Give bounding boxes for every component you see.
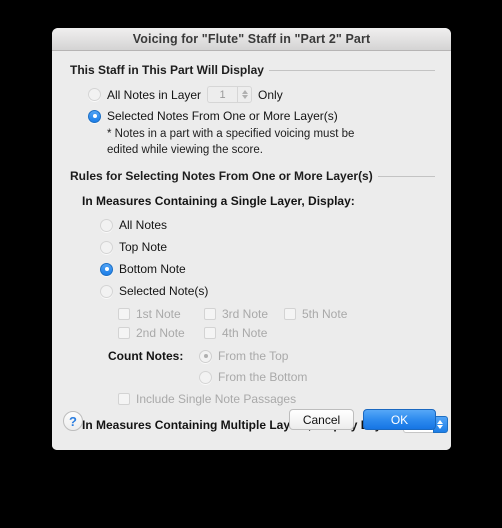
dialog-content: This Staff in This Part Will Display All… <box>52 51 451 450</box>
radio-count-from-top-indicator <box>199 349 212 363</box>
section-header-rules-label: Rules for Selecting Notes From One or Mo… <box>70 169 373 183</box>
dialog-titlebar: Voicing for "Flute" Staff in "Part 2" Pa… <box>52 28 451 51</box>
radio-top-note-label: Top Note <box>119 240 168 254</box>
checkbox-include-single-note-passages-box <box>118 393 130 405</box>
ok-button[interactable]: OK <box>363 409 436 430</box>
radio-bottom-note-indicator <box>100 262 113 276</box>
layer-stepper-all-notes[interactable]: 1 <box>207 86 253 103</box>
radio-all-notes-in-layer-label: All Notes in Layer <box>107 87 202 102</box>
checkbox-1st-note[interactable]: 1st Note <box>118 307 181 321</box>
checkbox-2nd-note-label: 2nd Note <box>136 326 185 340</box>
single-layer-display-label-text: In Measures Containing a Single Layer, D… <box>82 194 355 208</box>
radio-selected-notes-label: Selected Note(s) <box>119 284 209 298</box>
checkbox-include-single-note-passages-label: Include Single Note Passages <box>136 392 297 406</box>
cancel-button[interactable]: Cancel <box>289 409 354 430</box>
voicing-dialog: Voicing for "Flute" Staff in "Part 2" Pa… <box>52 28 451 450</box>
voicing-footnote-line2-text: edited while viewing the score. <box>107 144 263 156</box>
checkbox-4th-note-box <box>204 327 216 339</box>
help-button[interactable]: ? <box>63 411 83 431</box>
layer-stepper-all-notes-value[interactable]: 1 <box>207 86 238 103</box>
radio-top-note-indicator <box>100 240 113 254</box>
radio-selected-notes[interactable]: Selected Note(s) <box>100 284 208 298</box>
checkbox-1st-note-box <box>118 308 130 320</box>
dialog-footer: ? Cancel OK <box>52 406 451 450</box>
section-divider-rules <box>377 175 435 177</box>
radio-top-note[interactable]: Top Note <box>100 240 167 254</box>
radio-all-notes-indicator <box>100 218 113 232</box>
ok-button-label: OK <box>390 412 409 427</box>
radio-bottom-note-label: Bottom Note <box>119 262 186 276</box>
radio-count-from-top[interactable]: From the Top <box>199 349 288 363</box>
radio-bottom-note[interactable]: Bottom Note <box>100 262 186 276</box>
voicing-footnote-line2: edited while viewing the score. <box>107 144 263 156</box>
checkbox-4th-note-label: 4th Note <box>222 326 268 340</box>
section-divider-display <box>268 69 435 71</box>
radio-selected-notes-indicator <box>100 284 113 298</box>
voicing-footnote-line1: * Notes in a part with a specified voici… <box>107 128 354 140</box>
question-mark-icon: ? <box>69 413 77 429</box>
section-header-rules: Rules for Selecting Notes From One or Mo… <box>70 169 435 183</box>
radio-selected-notes-layers[interactable]: Selected Notes From One or More Layer(s) <box>88 109 338 123</box>
checkbox-3rd-note-box <box>204 308 216 320</box>
checkbox-2nd-note[interactable]: 2nd Note <box>118 326 185 340</box>
radio-selected-notes-layers-indicator <box>88 109 101 123</box>
single-layer-display-label: In Measures Containing a Single Layer, D… <box>82 194 355 208</box>
radio-all-notes-label: All Notes <box>119 218 168 232</box>
radio-count-from-bottom-indicator <box>199 370 212 384</box>
checkbox-1st-note-label: 1st Note <box>136 307 181 321</box>
chevron-down-icon <box>241 95 248 99</box>
count-notes-label: Count Notes: <box>108 349 183 363</box>
chevron-up-icon <box>241 90 248 94</box>
radio-all-notes-in-layer-suffix: Only <box>258 87 283 102</box>
section-header-display: This Staff in This Part Will Display <box>70 63 435 77</box>
checkbox-4th-note[interactable]: 4th Note <box>204 326 267 340</box>
count-notes-label-text: Count Notes: <box>108 349 184 363</box>
radio-all-notes[interactable]: All Notes <box>100 218 167 232</box>
checkbox-5th-note-box <box>284 308 296 320</box>
checkbox-3rd-note[interactable]: 3rd Note <box>204 307 268 321</box>
cancel-button-label: Cancel <box>302 412 341 427</box>
voicing-footnote-line1-text: * Notes in a part with a specified voici… <box>107 128 355 140</box>
checkbox-5th-note[interactable]: 5th Note <box>284 307 347 321</box>
radio-all-notes-in-layer[interactable]: All Notes in Layer 1 Only <box>88 86 283 103</box>
radio-selected-notes-layers-label: Selected Notes From One or More Layer(s) <box>107 109 338 123</box>
checkbox-include-single-note-passages[interactable]: Include Single Note Passages <box>118 392 296 406</box>
radio-all-notes-in-layer-indicator <box>88 88 101 101</box>
checkbox-2nd-note-box <box>118 327 130 339</box>
radio-count-from-bottom-label: From the Bottom <box>218 370 308 384</box>
checkbox-5th-note-label: 5th Note <box>302 307 348 321</box>
section-header-display-label: This Staff in This Part Will Display <box>70 63 264 77</box>
dialog-title: Voicing for "Flute" Staff in "Part 2" Pa… <box>132 32 371 46</box>
checkbox-3rd-note-label: 3rd Note <box>222 307 269 321</box>
layer-stepper-all-notes-arrows[interactable] <box>237 86 253 103</box>
radio-count-from-bottom[interactable]: From the Bottom <box>199 370 307 384</box>
radio-count-from-top-label: From the Top <box>218 349 289 363</box>
